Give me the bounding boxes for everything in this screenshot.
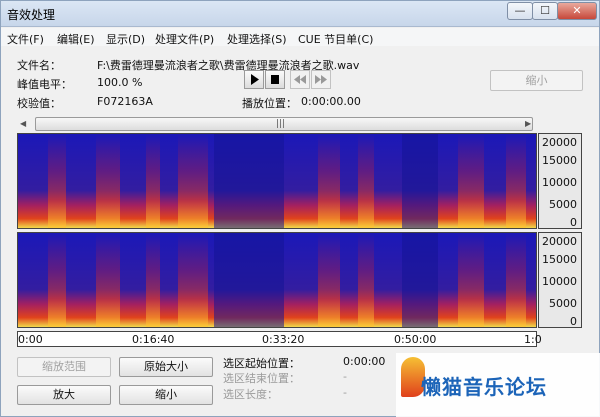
scroll-grip: |||	[276, 119, 286, 129]
peak-level-value: 100.0 %	[97, 76, 143, 89]
freq-tick: 0	[570, 216, 577, 229]
selection-start-value: 0:00:00	[343, 355, 386, 368]
close-button[interactable]: ✕	[557, 2, 597, 20]
freq-tick: 20000	[542, 235, 577, 248]
shrink-button-top[interactable]: 缩小	[490, 70, 583, 91]
fast-forward-icon	[315, 75, 327, 84]
menu-view[interactable]: 显示(D)	[106, 31, 145, 47]
spectrogram-right-channel[interactable]	[17, 232, 537, 328]
menu-cue-list[interactable]: CUE 节目单(C)	[298, 31, 373, 47]
selection-end-label: 选区结束位置：	[223, 372, 300, 385]
freq-tick: 10000	[542, 275, 577, 288]
freq-tick: 20000	[542, 136, 577, 149]
checksum-value: F072163A	[97, 95, 153, 108]
audio-effects-window: 音效处理 — ☐ ✕ 文件(F) 编辑(E) 显示(D) 处理文件(P) 处理选…	[0, 0, 600, 417]
scroll-thumb[interactable]: |||	[35, 117, 533, 131]
selection-length-value: -	[343, 386, 347, 399]
freq-tick: 15000	[542, 253, 577, 266]
freq-tick: 0	[570, 315, 577, 328]
rewind-button[interactable]	[290, 70, 310, 89]
menu-bar: 文件(F) 编辑(E) 显示(D) 处理文件(P) 处理选择(S) CUE 节目…	[1, 28, 599, 46]
checksum-label: 校验值：	[17, 97, 61, 110]
menu-process-selection[interactable]: 处理选择(S)	[227, 31, 287, 47]
freq-tick: 15000	[542, 154, 577, 167]
zoom-range-button[interactable]: 缩放范围	[17, 357, 111, 377]
time-axis[interactable]: 0:00 0:16:40 0:33:20 0:50:00 1:0	[17, 331, 542, 347]
minimize-button[interactable]: —	[507, 2, 533, 20]
frequency-axis-right-channel: 20000 15000 10000 5000 0	[538, 232, 582, 328]
peak-level-label: 峰值电平：	[17, 78, 72, 91]
spectrogram-left-channel[interactable]	[17, 133, 537, 229]
file-name-label: 文件名：	[17, 59, 61, 72]
freq-tick: 5000	[549, 297, 577, 310]
time-tick: 0:16:40	[132, 333, 175, 346]
play-position-value: 0:00:00.00	[301, 95, 361, 108]
freq-tick: 10000	[542, 176, 577, 189]
play-icon	[251, 74, 259, 85]
play-button[interactable]	[244, 70, 264, 89]
zoom-out-button[interactable]: 缩小	[119, 385, 213, 405]
rewind-icon	[294, 75, 306, 84]
selection-length-label: 选区长度：	[223, 388, 278, 401]
title-bar[interactable]: 音效处理 — ☐ ✕	[1, 1, 599, 27]
original-size-button[interactable]: 原始大小	[119, 357, 213, 377]
selection-end-value: -	[343, 370, 347, 383]
time-tick: 0:00	[18, 333, 43, 346]
menu-process-file[interactable]: 处理文件(P)	[155, 31, 214, 47]
scroll-right-arrow[interactable]: ▶	[525, 119, 531, 128]
menu-edit[interactable]: 编辑(E)	[57, 31, 95, 47]
maximize-button[interactable]: ☐	[532, 2, 558, 20]
time-tick: 0:50:00	[394, 333, 437, 346]
time-tick: 1:0	[524, 333, 542, 346]
time-tick: 0:33:20	[262, 333, 305, 346]
selection-start-label: 选区起始位置：	[223, 357, 300, 370]
menu-file[interactable]: 文件(F)	[7, 31, 44, 47]
stop-icon	[271, 75, 279, 84]
play-position-label: 播放位置：	[242, 97, 297, 110]
freq-tick: 5000	[549, 198, 577, 211]
stop-button[interactable]	[265, 70, 285, 89]
horizontal-scrollbar[interactable]: ◀ ||| ▶	[17, 117, 537, 131]
zoom-in-button[interactable]: 放大	[17, 385, 111, 405]
watermark-text: 懒猫音乐论坛	[421, 375, 547, 399]
window-title: 音效处理	[7, 8, 56, 22]
fast-forward-button[interactable]	[311, 70, 331, 89]
scroll-left-arrow[interactable]: ◀	[20, 119, 26, 128]
frequency-axis-left-channel: 20000 15000 10000 5000 0	[538, 133, 582, 229]
